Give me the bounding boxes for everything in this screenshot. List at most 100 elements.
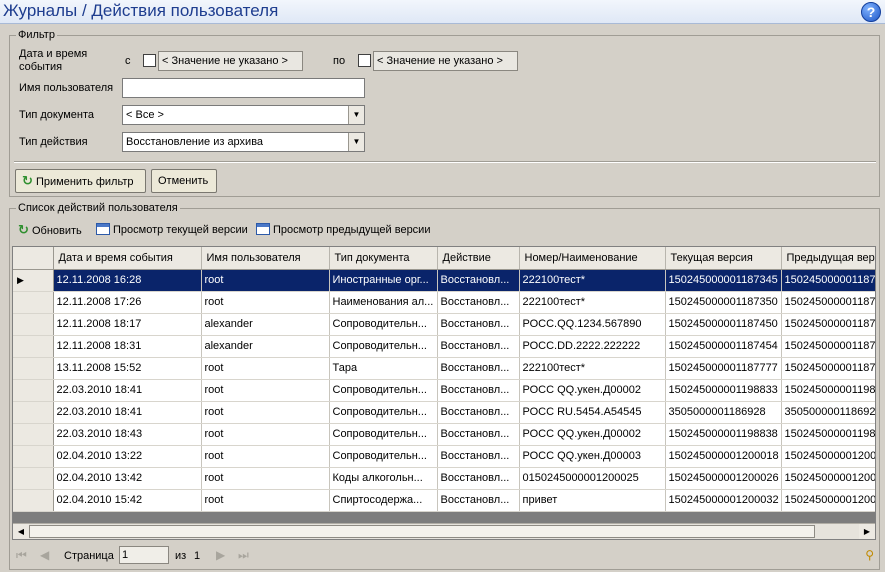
table-cell[interactable]: Восстановл... <box>437 269 520 292</box>
table-row[interactable]: 22.03.2010 18:41 root Сопроводительн... Вос… <box>13 379 875 402</box>
table-cell[interactable]: РОСС RU.5454.А54545 <box>519 401 666 424</box>
table-cell[interactable]: 150245000001200032 <box>665 489 782 512</box>
table-cell[interactable]: Сопроводительн... <box>329 423 438 446</box>
table-cell[interactable]: Восстановл... <box>437 489 520 512</box>
row-header[interactable] <box>13 401 54 424</box>
table-cell[interactable]: 150245000001187454 <box>665 335 782 358</box>
column-header-previous-version[interactable]: Предыдущая вер <box>781 247 875 270</box>
row-header[interactable] <box>13 489 54 512</box>
table-cell[interactable]: 150245000001187350 <box>665 291 782 314</box>
table-row[interactable]: 02.04.2010 15:42 root Спиртосодержа... Восс… <box>13 489 875 512</box>
table-cell[interactable]: РОСС.QQ.1234.567890 <box>519 313 666 336</box>
row-header[interactable] <box>13 313 54 336</box>
row-header[interactable] <box>13 291 54 314</box>
row-header[interactable] <box>13 423 54 446</box>
cancel-button[interactable]: Отменить <box>151 169 217 193</box>
table-cell[interactable]: Сопроводительн... <box>329 401 438 424</box>
table-cell[interactable]: root <box>201 467 330 490</box>
table-cell[interactable]: 0150245000001200025 <box>519 467 666 490</box>
last-page-icon[interactable]: ⏭ <box>238 548 249 563</box>
table-cell[interactable]: Восстановл... <box>437 313 520 336</box>
table-cell[interactable]: РОСС.DD.2222.222222 <box>519 335 666 358</box>
table-cell[interactable]: 222100тест* <box>519 291 666 314</box>
scroll-left-icon[interactable]: ◀ <box>13 524 29 539</box>
table-cell[interactable]: root <box>201 489 330 512</box>
table-cell[interactable]: root <box>201 445 330 468</box>
chevron-down-icon[interactable]: ▼ <box>348 106 364 124</box>
view-previous-version-button[interactable]: Просмотр предыдущей версии <box>256 219 430 241</box>
user-input[interactable] <box>122 78 365 98</box>
table-cell[interactable]: 3505000001186928 <box>665 401 782 424</box>
to-date-field[interactable]: < Значение не указано > <box>373 51 518 71</box>
table-cell[interactable]: Сопроводительн... <box>329 313 438 336</box>
table-row[interactable]: 12.11.2008 17:26 root Наименования ал... Во… <box>13 291 875 314</box>
row-header[interactable] <box>13 467 54 490</box>
table-cell[interactable]: 150245000001187 <box>781 357 875 380</box>
table-row[interactable]: ▶ 12.11.2008 16:28 root Иностранные орг... В… <box>13 269 875 292</box>
table-cell[interactable]: 150245000001200 <box>781 445 875 468</box>
table-cell[interactable]: alexander <box>201 335 330 358</box>
action-type-select[interactable]: Восстановление из архива ▼ <box>122 132 365 152</box>
table-cell[interactable]: Иностранные орг... <box>329 269 438 292</box>
table-row[interactable]: 22.03.2010 18:41 root Сопроводительн... Вос… <box>13 401 875 424</box>
table-cell[interactable]: Восстановл... <box>437 423 520 446</box>
table-row[interactable]: 02.04.2010 13:42 root Коды алкогольн... Вос… <box>13 467 875 490</box>
table-cell[interactable]: Восстановл... <box>437 445 520 468</box>
table-cell[interactable]: 150245000001198838 <box>665 423 782 446</box>
table-cell[interactable]: 12.11.2008 17:26 <box>53 291 202 314</box>
horizontal-scrollbar[interactable]: ◀ ▶ <box>13 523 875 539</box>
table-row[interactable]: 12.11.2008 18:17 alexander Сопроводительн.… <box>13 313 875 336</box>
scrollbar-thumb[interactable] <box>29 525 815 538</box>
table-cell[interactable]: РОСС QQ.укен.Д00002 <box>519 379 666 402</box>
from-date-field[interactable]: < Значение не указано > <box>158 51 303 71</box>
table-cell[interactable]: 150245000001187450 <box>665 313 782 336</box>
help-icon[interactable]: ? <box>861 2 881 22</box>
table-cell[interactable]: 22.03.2010 18:43 <box>53 423 202 446</box>
table-cell[interactable]: root <box>201 401 330 424</box>
table-cell[interactable]: 12.11.2008 18:17 <box>53 313 202 336</box>
column-header-date[interactable]: Дата и время события <box>53 247 202 270</box>
row-header[interactable] <box>13 357 54 380</box>
table-cell[interactable]: 150245000001200018 <box>665 445 782 468</box>
table-cell[interactable]: 12.11.2008 18:31 <box>53 335 202 358</box>
table-cell[interactable]: Восстановл... <box>437 335 520 358</box>
refresh-button[interactable]: ↻ Обновить <box>18 219 82 241</box>
to-date-checkbox[interactable] <box>358 54 371 67</box>
table-cell[interactable]: 222100тест* <box>519 269 666 292</box>
first-page-icon[interactable]: ⏮ <box>16 548 27 563</box>
row-header[interactable] <box>13 379 54 402</box>
table-cell[interactable]: 22.03.2010 18:41 <box>53 379 202 402</box>
table-cell[interactable]: Восстановл... <box>437 291 520 314</box>
next-page-icon[interactable]: ▶ <box>216 548 225 562</box>
table-cell[interactable]: 350500000118692 <box>781 401 875 424</box>
table-cell[interactable]: Сопроводительн... <box>329 335 438 358</box>
table-cell[interactable]: root <box>201 423 330 446</box>
table-cell[interactable]: 150245000001187 <box>781 313 875 336</box>
table-cell[interactable]: 22.03.2010 18:41 <box>53 401 202 424</box>
table-cell[interactable]: 150245000001200 <box>781 467 875 490</box>
table-cell[interactable]: Наименования ал... <box>329 291 438 314</box>
scroll-right-icon[interactable]: ▶ <box>859 524 875 539</box>
table-cell[interactable]: root <box>201 269 330 292</box>
table-cell[interactable]: Спиртосодержа... <box>329 489 438 512</box>
table-cell[interactable]: 02.04.2010 15:42 <box>53 489 202 512</box>
table-cell[interactable]: 150245000001187777 <box>665 357 782 380</box>
table-row[interactable]: 02.04.2010 13:22 root Сопроводительн... Вос… <box>13 445 875 468</box>
table-cell[interactable]: привет <box>519 489 666 512</box>
table-row[interactable]: 13.11.2008 15:52 root Тара Восстановл... 222… <box>13 357 875 380</box>
table-cell[interactable]: 02.04.2010 13:22 <box>53 445 202 468</box>
table-cell[interactable]: root <box>201 291 330 314</box>
table-cell[interactable]: Сопроводительн... <box>329 445 438 468</box>
table-cell[interactable]: 13.11.2008 15:52 <box>53 357 202 380</box>
table-cell[interactable]: 12.11.2008 16:28 <box>53 269 202 292</box>
row-header[interactable]: ▶ <box>13 269 54 292</box>
column-header-current-version[interactable]: Текущая версия <box>665 247 782 270</box>
table-cell[interactable]: 150245000001198 <box>781 423 875 446</box>
column-header-action[interactable]: Действие <box>437 247 520 270</box>
table-cell[interactable]: 222100тест* <box>519 357 666 380</box>
clear-filter-icon[interactable]: ⚲ <box>865 548 874 562</box>
apply-filter-button[interactable]: ↻ Применить фильтр <box>15 169 146 193</box>
table-cell[interactable]: Восстановл... <box>437 357 520 380</box>
prev-page-icon[interactable]: ◀ <box>40 548 49 562</box>
table-row[interactable]: 12.11.2008 18:31 alexander Сопроводительн.… <box>13 335 875 358</box>
